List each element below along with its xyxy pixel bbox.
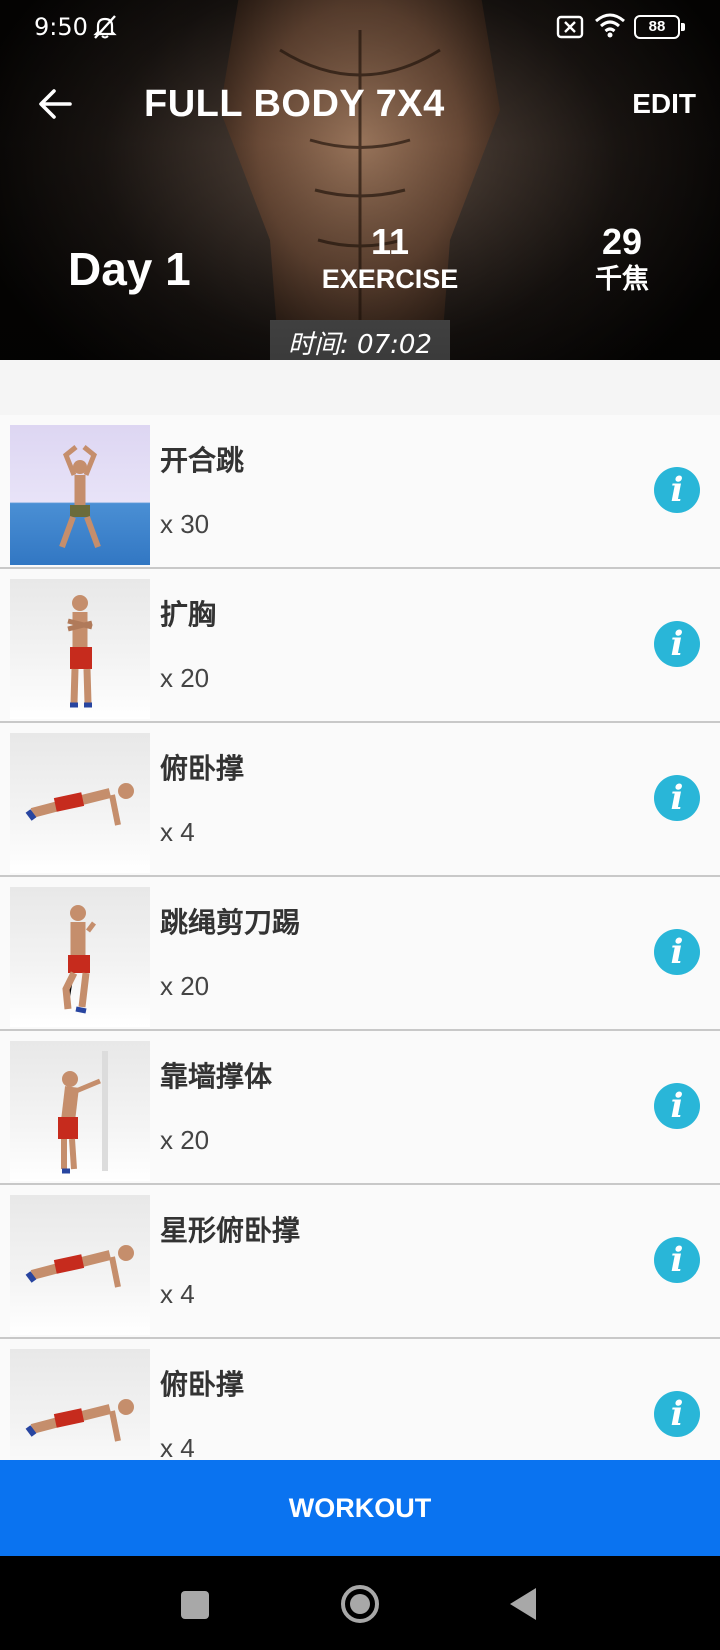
exercise-row[interactable]: 扩胸 x 20 i [0,569,720,723]
edit-button[interactable]: EDIT [632,88,696,120]
sim-x-icon [556,15,584,39]
page-title: FULL BODY 7X4 [144,83,445,125]
duration-label: 时间: 07:02 [288,330,432,360]
calories-value: 29 [601,221,643,262]
exercise-thumbnail [10,425,150,565]
battery-icon: 88 [634,15,685,39]
workout-button[interactable]: WORKOUT [0,1460,720,1556]
exercise-name: 靠墙撑体 [160,1060,273,1093]
info-icon[interactable]: i [654,467,700,513]
nav-home-button[interactable] [341,1585,379,1623]
exercise-row[interactable]: 俯卧撑 x 4 i [0,723,720,877]
exercise-thumbnail [10,887,150,1027]
exercise-thumbnail [10,1041,150,1181]
exercise-row[interactable]: 开合跳 x 30 i [0,415,720,569]
wifi-icon [595,13,625,38]
exercise-thumbnail [10,733,150,873]
exercise-reps: x 4 [160,1279,195,1309]
exercise-reps: x 4 [160,817,195,847]
exercise-row[interactable]: 星形俯卧撑 x 4 i [0,1185,720,1339]
exercise-name: 俯卧撑 [160,1368,245,1401]
day-label: Day 1 [68,243,191,295]
info-icon[interactable]: i [654,1083,700,1129]
exercise-reps: x 30 [160,509,210,539]
exercise-name: 扩胸 [160,598,217,631]
status-bar: 9:50 88 [0,0,720,56]
calories-unit: 千焦 [595,264,649,294]
exercise-reps: x 20 [160,663,210,693]
info-icon[interactable]: i [654,621,700,667]
exercise-name: 跳绳剪刀踢 [160,906,301,939]
exercise-count-stat: 11 EXERCISE [310,222,470,296]
exercise-row[interactable]: 靠墙撑体 x 20 i [0,1031,720,1185]
exercise-thumbnail [10,1195,150,1335]
exercise-row[interactable]: 跳绳剪刀踢 x 20 i [0,877,720,1031]
exercise-row[interactable]: 俯卧撑 x 4 i [0,1339,720,1460]
exercise-count: 11 [370,221,410,262]
exercise-name: 开合跳 [160,444,245,477]
info-icon[interactable]: i [654,1391,700,1437]
exercise-reps: x 4 [160,1433,195,1460]
bell-muted-icon [93,15,117,39]
back-button[interactable] [30,78,82,130]
exercise-thumbnail [10,1349,150,1460]
exercise-name: 俯卧撑 [160,752,245,785]
info-icon[interactable]: i [654,929,700,975]
exercise-reps: x 20 [160,1125,210,1155]
exercise-thumbnail [10,579,150,719]
exercise-label: EXERCISE [321,264,459,294]
status-time: 9:50 [34,13,88,41]
nav-back-button[interactable] [510,1588,536,1620]
battery-level: 88 [648,18,666,35]
calories-stat: 29 千焦 [570,222,674,296]
exercise-reps: x 20 [160,971,210,1001]
nav-recents-button[interactable] [181,1591,209,1619]
exercise-list[interactable]: 开合跳 x 30 i 扩胸 x 20 i 俯卧撑 x 4 i 跳绳剪刀踢 x 20 i 靠墙撑体 x 20… [0,360,720,1460]
arrow-left-icon [39,89,72,119]
system-nav-bar [0,1556,720,1650]
exercise-name: 星形俯卧撑 [160,1214,301,1247]
info-icon[interactable]: i [654,1237,700,1283]
info-icon[interactable]: i [654,775,700,821]
